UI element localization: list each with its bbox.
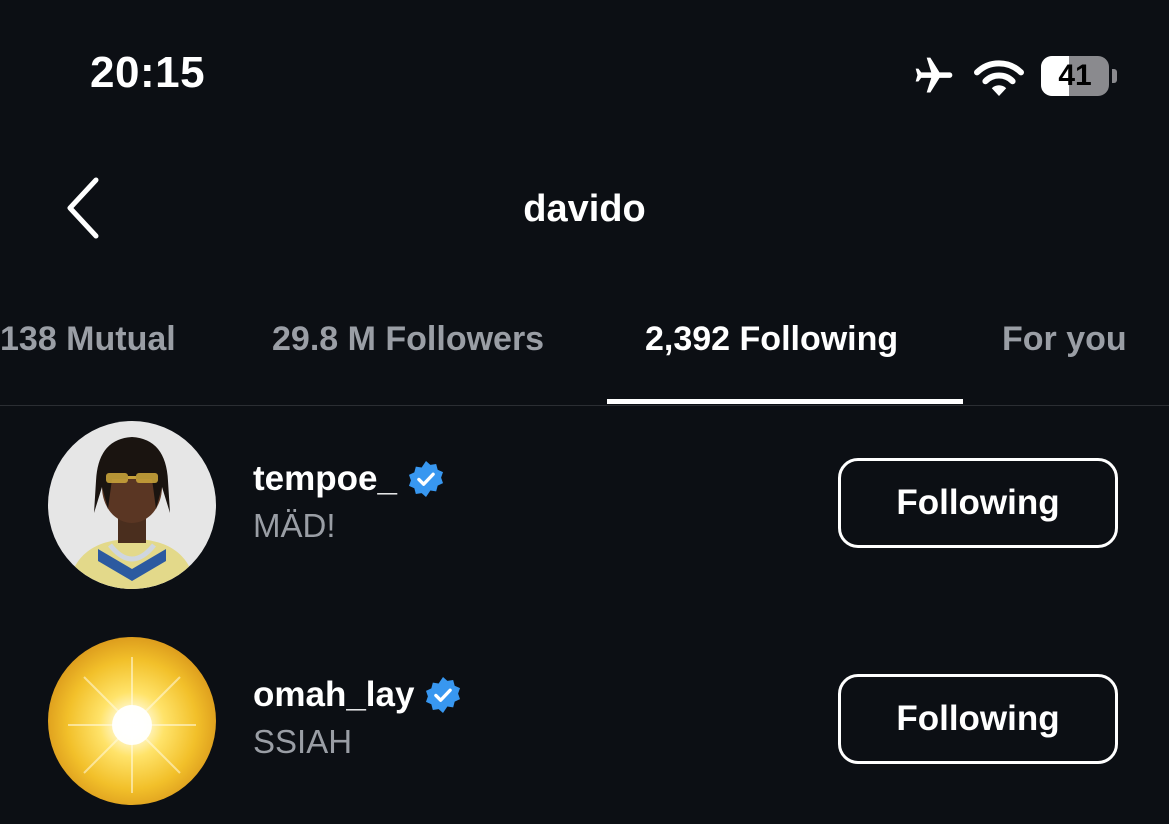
- status-icons: 41: [911, 52, 1117, 100]
- tab-for-you[interactable]: For you: [1002, 320, 1127, 359]
- avatar[interactable]: [48, 637, 216, 805]
- screen: 20:15 41 davido 138 Mutual 29.8 M Follow…: [0, 0, 1169, 824]
- user-subtitle: SSIAH: [253, 723, 353, 760]
- verified-badge-icon: [408, 460, 443, 498]
- verified-badge-icon: [426, 676, 461, 714]
- tab-followers[interactable]: 29.8 M Followers: [272, 320, 544, 359]
- list-item: tempoe_ MÄD! Following: [0, 421, 1169, 591]
- tab-following[interactable]: 2,392 Following: [645, 320, 898, 359]
- list-item: omah_lay SSIAH Following: [0, 637, 1169, 807]
- status-time: 20:15: [90, 48, 206, 97]
- airplane-icon: [915, 57, 953, 93]
- tab-bar: 138 Mutual 29.8 M Followers 2,392 Follow…: [0, 300, 1169, 406]
- tab-mutual[interactable]: 138 Mutual: [0, 320, 176, 359]
- user-subtitle: MÄD!: [253, 507, 336, 544]
- avatar-image: [48, 637, 216, 805]
- avatar[interactable]: [48, 421, 216, 589]
- battery-level: 41: [1058, 59, 1092, 92]
- profile-title: davido: [523, 188, 646, 230]
- user-info: tempoe_ MÄD!: [253, 459, 445, 545]
- user-info: omah_lay SSIAH: [253, 675, 462, 761]
- username[interactable]: tempoe_: [253, 459, 397, 499]
- wifi-icon: [974, 60, 1024, 96]
- avatar-image: [48, 421, 216, 589]
- following-button[interactable]: Following: [838, 458, 1118, 548]
- battery-icon: 41: [1041, 56, 1117, 96]
- following-button[interactable]: Following: [838, 674, 1118, 764]
- active-tab-indicator: [607, 399, 963, 404]
- username[interactable]: omah_lay: [253, 675, 414, 715]
